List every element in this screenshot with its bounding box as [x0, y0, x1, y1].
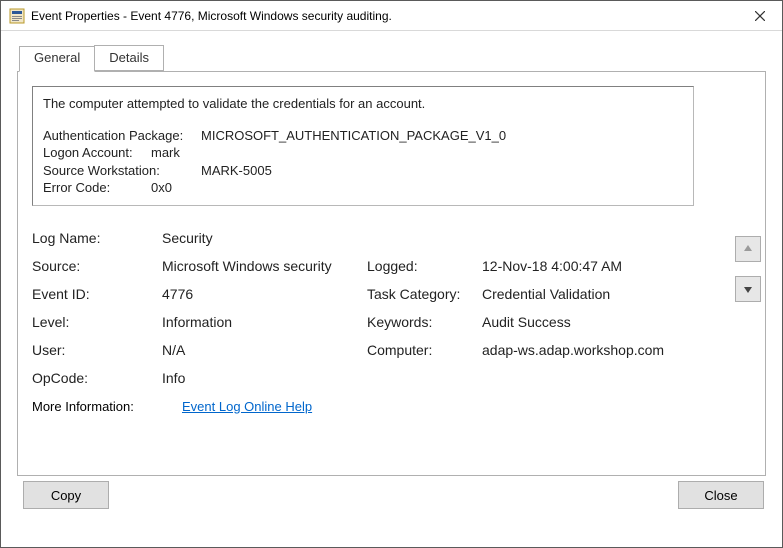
copy-button[interactable]: Copy: [23, 481, 109, 509]
prev-event-button[interactable]: [735, 236, 761, 262]
source-workstation-value: MARK-5005: [201, 162, 272, 180]
source-workstation-label: Source Workstation:: [43, 162, 201, 180]
keywords-value: Audit Success: [482, 308, 751, 336]
event-id-label: Event ID:: [32, 280, 162, 308]
logged-label: Logged:: [367, 252, 482, 280]
error-code-value: 0x0: [151, 179, 172, 197]
next-event-button[interactable]: [735, 276, 761, 302]
dialog-footer: Copy Close: [1, 471, 782, 509]
desc-intro: The computer attempted to validate the c…: [43, 95, 683, 113]
keywords-label: Keywords:: [367, 308, 482, 336]
arrow-down-icon: [742, 283, 754, 295]
tab-details[interactable]: Details: [94, 45, 164, 71]
opcode-value: Info: [162, 364, 367, 392]
close-icon: [755, 11, 765, 21]
arrow-up-icon: [742, 243, 754, 255]
event-properties-grid: Log Name: Source: Event ID: Level: User:…: [32, 224, 751, 392]
level-value: Information: [162, 308, 367, 336]
title-bar: Event Properties - Event 4776, Microsoft…: [1, 1, 782, 31]
opcode-label: OpCode:: [32, 364, 162, 392]
window-title: Event Properties - Event 4776, Microsoft…: [31, 9, 737, 23]
tab-panel-general: The computer attempted to validate the c…: [17, 71, 766, 476]
auth-package-value: MICROSOFT_AUTHENTICATION_PACKAGE_V1_0: [201, 127, 506, 145]
logon-account-value: mark: [151, 144, 180, 162]
online-help-link[interactable]: Event Log Online Help: [182, 399, 312, 414]
auth-package-label: Authentication Package:: [43, 127, 201, 145]
task-category-value: Credential Validation: [482, 280, 751, 308]
event-id-value: 4776: [162, 280, 367, 308]
event-description-box[interactable]: The computer attempted to validate the c…: [32, 86, 694, 206]
computer-value: adap-ws.adap.workshop.com: [482, 336, 751, 364]
logon-account-label: Logon Account:: [43, 144, 151, 162]
user-label: User:: [32, 336, 162, 364]
window-close-button[interactable]: [737, 1, 782, 31]
source-value: Microsoft Windows security: [162, 252, 367, 280]
tab-strip: General Details: [19, 45, 766, 71]
computer-label: Computer:: [367, 336, 482, 364]
log-name-label: Log Name:: [32, 224, 162, 252]
source-label: Source:: [32, 252, 162, 280]
more-info-label: More Information:: [32, 399, 182, 414]
tab-general[interactable]: General: [19, 46, 95, 72]
close-button[interactable]: Close: [678, 481, 764, 509]
app-icon: [9, 8, 25, 24]
logged-value: 12-Nov-18 4:00:47 AM: [482, 252, 751, 280]
error-code-label: Error Code:: [43, 179, 151, 197]
level-label: Level:: [32, 308, 162, 336]
user-value: N/A: [162, 336, 367, 364]
log-name-value: Security: [162, 224, 367, 252]
task-category-label: Task Category:: [367, 280, 482, 308]
